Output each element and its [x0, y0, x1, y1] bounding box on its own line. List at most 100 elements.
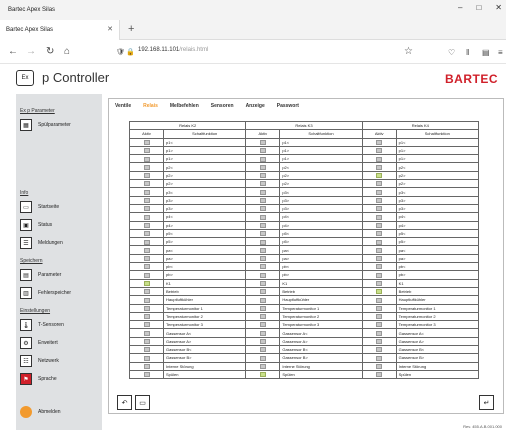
aktiv-checkbox[interactable] [143, 297, 150, 303]
aktiv-checkbox[interactable] [259, 372, 266, 378]
aktiv-checkbox[interactable] [259, 281, 266, 286]
aktiv-checkbox[interactable] [143, 156, 150, 162]
aktiv-checkbox[interactable] [376, 264, 383, 270]
aktiv-checkbox[interactable] [143, 239, 150, 245]
aktiv-checkbox[interactable] [376, 339, 383, 345]
new-tab-button[interactable]: + [128, 23, 134, 35]
aktiv-checkbox[interactable] [259, 355, 266, 361]
bookmark-star-icon[interactable]: ☆ [404, 46, 413, 57]
sidebar-item-netzwerk[interactable]: ☷ Netzwerk [20, 354, 100, 368]
sidebar-item-meldungen[interactable]: ☰ Meldungen [20, 236, 100, 250]
aktiv-checkbox[interactable] [376, 206, 383, 212]
aktiv-checkbox[interactable] [376, 148, 383, 154]
aktiv-checkbox[interactable] [259, 222, 266, 228]
pocket-icon[interactable]: ♡ [448, 48, 455, 57]
aktiv-checkbox[interactable] [376, 164, 383, 170]
sidebar-item-spuelparameter[interactable]: ▦ Spülparameter [20, 118, 100, 132]
tab-close-icon[interactable]: ✕ [107, 25, 113, 33]
aktiv-checkbox[interactable] [143, 139, 150, 145]
aktiv-checkbox[interactable] [376, 239, 383, 245]
tab-relais[interactable]: Relais [143, 103, 158, 109]
aktiv-checkbox[interactable] [376, 281, 383, 286]
aktiv-checkbox[interactable] [376, 347, 383, 353]
save-button[interactable]: ↵ [479, 395, 494, 410]
aktiv-checkbox[interactable] [259, 322, 266, 328]
aktiv-checkbox[interactable] [143, 206, 150, 212]
aktiv-checkbox[interactable] [259, 264, 266, 270]
aktiv-checkbox[interactable] [259, 239, 266, 245]
aktiv-checkbox[interactable] [259, 256, 266, 262]
minimize-button[interactable]: – [458, 3, 462, 12]
aktiv-checkbox[interactable] [376, 297, 383, 303]
aktiv-checkbox[interactable] [376, 181, 383, 187]
menu-icon[interactable]: ≡ [498, 48, 503, 57]
aktiv-checkbox[interactable] [376, 314, 383, 320]
sidebar-item-parameter[interactable]: ▤ Parameter [20, 268, 100, 282]
aktiv-checkbox[interactable] [259, 247, 266, 253]
aktiv-checkbox[interactable] [259, 148, 266, 154]
aktiv-checkbox[interactable] [259, 214, 266, 220]
aktiv-checkbox[interactable] [143, 189, 150, 195]
aktiv-checkbox[interactable] [143, 347, 150, 353]
reader-icon[interactable]: ▤ [482, 48, 490, 57]
aktiv-checkbox[interactable] [143, 339, 150, 345]
aktiv-checkbox[interactable] [143, 222, 150, 228]
aktiv-checkbox[interactable] [259, 314, 266, 320]
address-bar[interactable]: 192.168.11.101/relais.html [138, 47, 208, 53]
aktiv-checkbox[interactable] [259, 156, 266, 162]
aktiv-checkbox[interactable] [259, 289, 266, 295]
back-icon[interactable]: ← [8, 46, 18, 57]
tab-anzeige[interactable]: Anzeige [246, 103, 265, 109]
aktiv-checkbox[interactable] [143, 148, 150, 154]
aktiv-checkbox[interactable] [259, 339, 266, 345]
sidebar-item-status[interactable]: ▣ Status [20, 218, 100, 232]
aktiv-checkbox[interactable] [143, 363, 150, 369]
aktiv-checkbox[interactable] [376, 272, 383, 278]
aktiv-checkbox[interactable] [143, 289, 150, 295]
aktiv-checkbox[interactable] [376, 189, 383, 195]
aktiv-checkbox[interactable] [143, 330, 150, 336]
aktiv-checkbox[interactable] [143, 314, 150, 320]
aktiv-checkbox[interactable] [143, 214, 150, 220]
aktiv-checkbox[interactable] [259, 272, 266, 278]
sidebar-item-startseite[interactable]: ▭ Startseite [20, 200, 100, 214]
aktiv-checkbox[interactable] [143, 164, 150, 170]
back-button[interactable]: ↶ [117, 395, 132, 410]
aktiv-checkbox[interactable] [259, 206, 266, 212]
aktiv-checkbox[interactable] [143, 281, 150, 286]
aktiv-checkbox[interactable] [143, 256, 150, 262]
aktiv-checkbox[interactable] [143, 231, 150, 237]
aktiv-checkbox[interactable] [143, 198, 150, 204]
aktiv-checkbox[interactable] [259, 347, 266, 353]
aktiv-checkbox[interactable] [259, 173, 266, 179]
aktiv-checkbox[interactable] [143, 305, 150, 311]
aktiv-checkbox[interactable] [376, 289, 383, 295]
library-icon[interactable]: ‖ [466, 48, 469, 57]
tab-passwort[interactable]: Passwort [277, 103, 299, 109]
aktiv-checkbox[interactable] [376, 139, 383, 145]
aktiv-checkbox[interactable] [143, 372, 150, 378]
aktiv-checkbox[interactable] [259, 330, 266, 336]
sidebar-item-erweitert[interactable]: ⚙ Erweitert [20, 336, 100, 350]
aktiv-checkbox[interactable] [259, 305, 266, 311]
aktiv-checkbox[interactable] [376, 156, 383, 162]
home-icon[interactable]: ⌂ [64, 46, 70, 57]
aktiv-checkbox[interactable] [259, 181, 266, 187]
aktiv-checkbox[interactable] [376, 173, 383, 179]
tab-ventile[interactable]: Ventile [115, 103, 131, 109]
tab-sensoren[interactable]: Sensoren [211, 103, 234, 109]
aktiv-checkbox[interactable] [376, 355, 383, 361]
aktiv-checkbox[interactable] [376, 322, 383, 328]
aktiv-checkbox[interactable] [376, 231, 383, 237]
aktiv-checkbox[interactable] [376, 372, 383, 378]
forward-icon[interactable]: → [26, 46, 36, 57]
aktiv-checkbox[interactable] [259, 297, 266, 303]
tab-melbefehlen[interactable]: Melbefehlen [170, 103, 199, 109]
aktiv-checkbox[interactable] [376, 222, 383, 228]
logout-button[interactable]: Abmelden [20, 404, 102, 420]
reload-icon[interactable]: ↻ [46, 46, 54, 57]
aktiv-checkbox[interactable] [143, 173, 150, 179]
sidebar-item-fehlerspeicher[interactable]: ▥ Fehlerspeicher [20, 286, 100, 300]
aktiv-checkbox[interactable] [376, 256, 383, 262]
aktiv-checkbox[interactable] [259, 231, 266, 237]
